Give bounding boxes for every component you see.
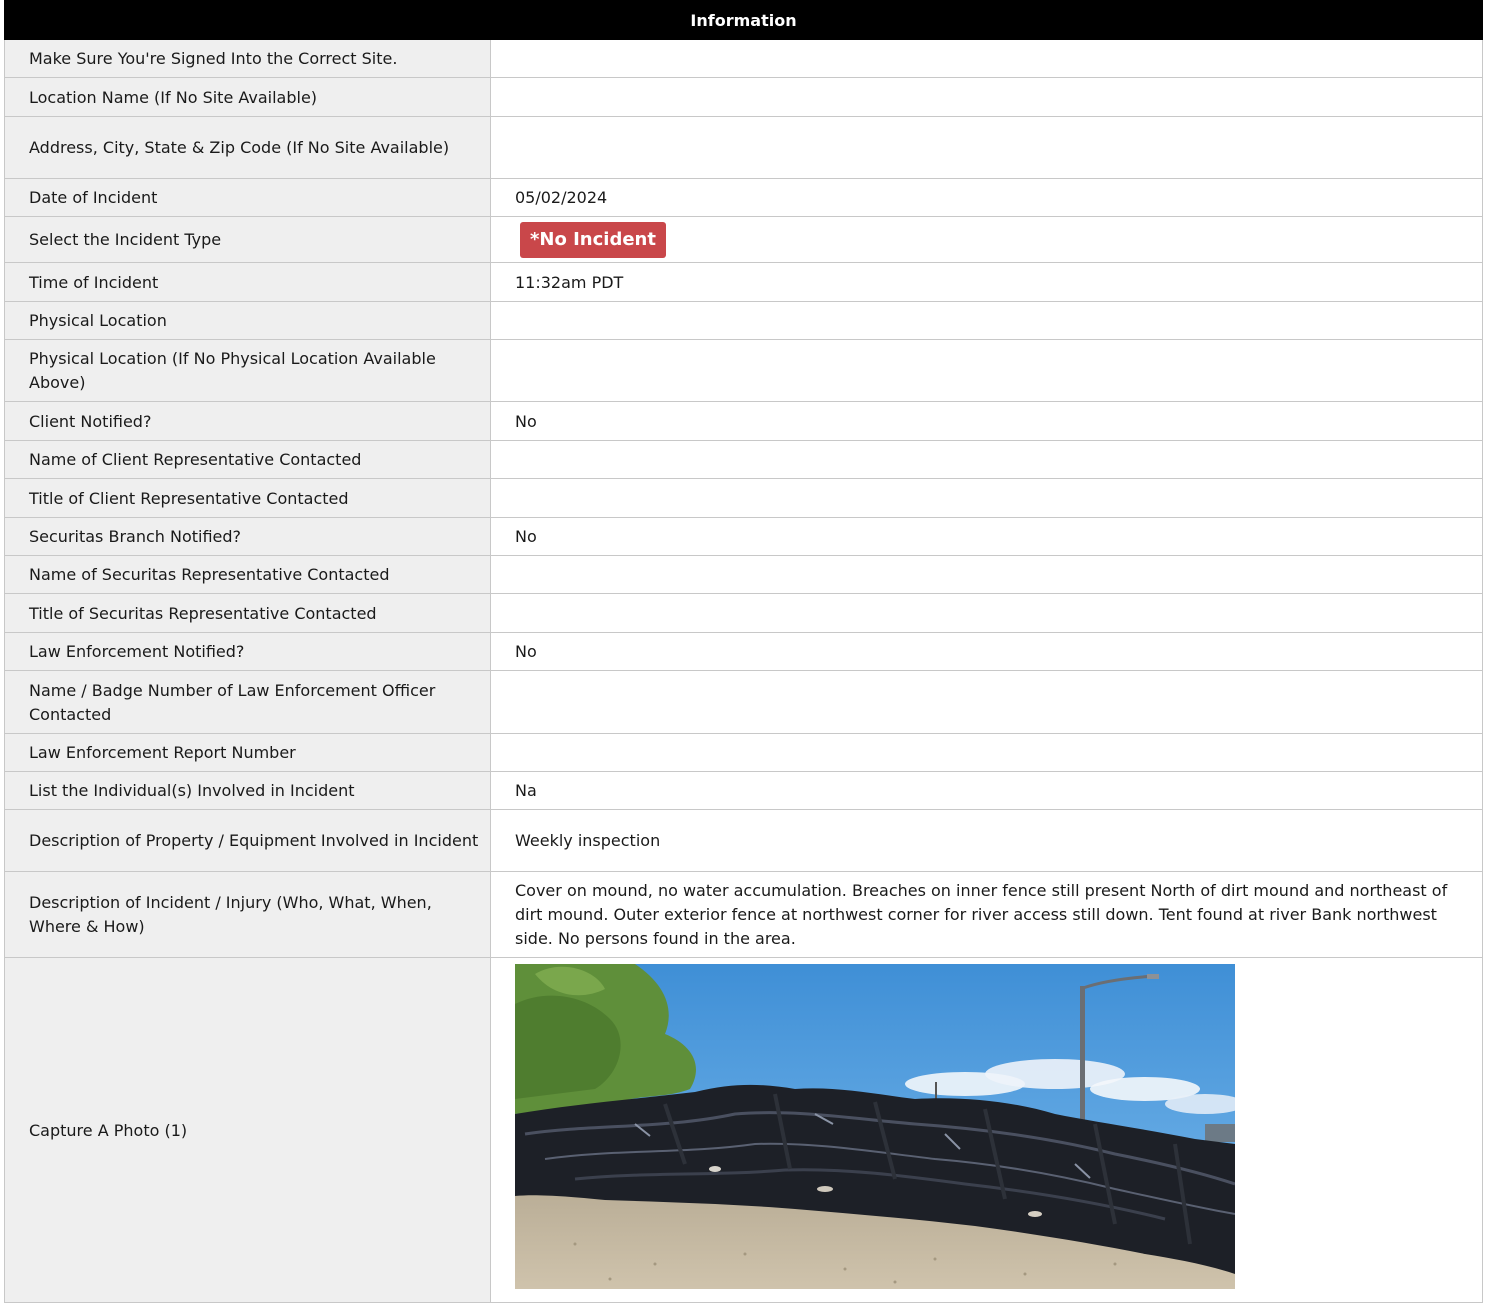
field-label: Name of Securitas Representative Contact… <box>4 555 491 594</box>
field-value <box>489 77 1484 117</box>
field-value <box>489 39 1484 78</box>
table-row: Location Name (If No Site Available) <box>4 77 1484 117</box>
table-row: Physical Location <box>4 301 1484 340</box>
table-row: Name of Securitas Representative Contact… <box>4 555 1484 594</box>
field-label: Location Name (If No Site Available) <box>4 77 491 117</box>
field-label: Title of Client Representative Contacted <box>4 478 491 518</box>
field-value: No <box>489 517 1484 556</box>
field-label: Description of Property / Equipment Invo… <box>4 809 491 872</box>
table-row: Description of Incident / Injury (Who, W… <box>4 871 1484 958</box>
field-value <box>489 116 1484 179</box>
field-label: Law Enforcement Report Number <box>4 733 491 772</box>
table-row: Title of Securitas Representative Contac… <box>4 593 1484 633</box>
field-label: Physical Location (If No Physical Locati… <box>4 339 491 402</box>
table-row: Time of Incident 11:32am PDT <box>4 262 1484 302</box>
site-photo-image <box>515 964 1235 1289</box>
table-row: Law Enforcement Report Number <box>4 733 1484 772</box>
table-row: Address, City, State & Zip Code (If No S… <box>4 116 1484 179</box>
field-label: Capture A Photo (1) <box>4 957 491 1303</box>
field-label: Securitas Branch Notified? <box>4 517 491 556</box>
field-value <box>489 478 1484 518</box>
field-value: *No Incident <box>489 216 1484 263</box>
field-label: Description of Incident / Injury (Who, W… <box>4 871 491 958</box>
section-title: Information <box>3 0 1484 40</box>
field-value: No <box>489 401 1484 441</box>
field-value: 05/02/2024 <box>489 178 1484 217</box>
table-header-row: Information <box>3 0 1484 40</box>
incident-description: Cover on mound, no water accumulation. B… <box>489 871 1484 958</box>
field-label: Physical Location <box>4 301 491 340</box>
table-row: Name / Badge Number of Law Enforcement O… <box>4 670 1484 734</box>
field-value <box>489 593 1484 633</box>
table-row: Securitas Branch Notified? No <box>4 517 1484 556</box>
field-label: Client Notified? <box>4 401 491 441</box>
field-label: Law Enforcement Notified? <box>4 632 491 671</box>
field-value <box>489 339 1484 402</box>
field-label: Make Sure You're Signed Into the Correct… <box>4 39 491 78</box>
table-row: Name of Client Representative Contacted <box>4 440 1484 479</box>
field-label: Title of Securitas Representative Contac… <box>4 593 491 633</box>
incident-type-badge: *No Incident <box>520 221 666 258</box>
field-value: 11:32am PDT <box>489 262 1484 302</box>
field-value: Weekly inspection <box>489 809 1484 872</box>
table-row: Physical Location (If No Physical Locati… <box>4 339 1484 402</box>
site-photo[interactable] <box>515 964 1235 1289</box>
field-label: List the Individual(s) Involved in Incid… <box>4 771 491 810</box>
field-label: Name of Client Representative Contacted <box>4 440 491 479</box>
field-value: Na <box>489 771 1484 810</box>
field-value <box>489 957 1484 1303</box>
field-label: Date of Incident <box>4 178 491 217</box>
table-row: Title of Client Representative Contacted <box>4 478 1484 518</box>
field-value <box>489 440 1484 479</box>
field-label: Time of Incident <box>4 262 491 302</box>
table-row: Law Enforcement Notified? No <box>4 632 1484 671</box>
table-row: List the Individual(s) Involved in Incid… <box>4 771 1484 810</box>
table-row: Description of Property / Equipment Invo… <box>4 809 1484 872</box>
table-row: Capture A Photo (1) <box>4 957 1484 1303</box>
table-row: Client Notified? No <box>4 401 1484 441</box>
field-value <box>489 301 1484 340</box>
information-table: Information Make Sure You're Signed Into… <box>3 0 1484 1303</box>
field-value <box>489 670 1484 734</box>
field-label: Name / Badge Number of Law Enforcement O… <box>4 670 491 734</box>
field-label: Select the Incident Type <box>4 216 491 263</box>
table-row: Select the Incident Type *No Incident <box>4 216 1484 263</box>
field-value <box>489 555 1484 594</box>
field-value <box>489 733 1484 772</box>
table-row: Date of Incident 05/02/2024 <box>4 178 1484 217</box>
field-value: No <box>489 632 1484 671</box>
table-row: Make Sure You're Signed Into the Correct… <box>4 39 1484 78</box>
field-label: Address, City, State & Zip Code (If No S… <box>4 116 491 179</box>
